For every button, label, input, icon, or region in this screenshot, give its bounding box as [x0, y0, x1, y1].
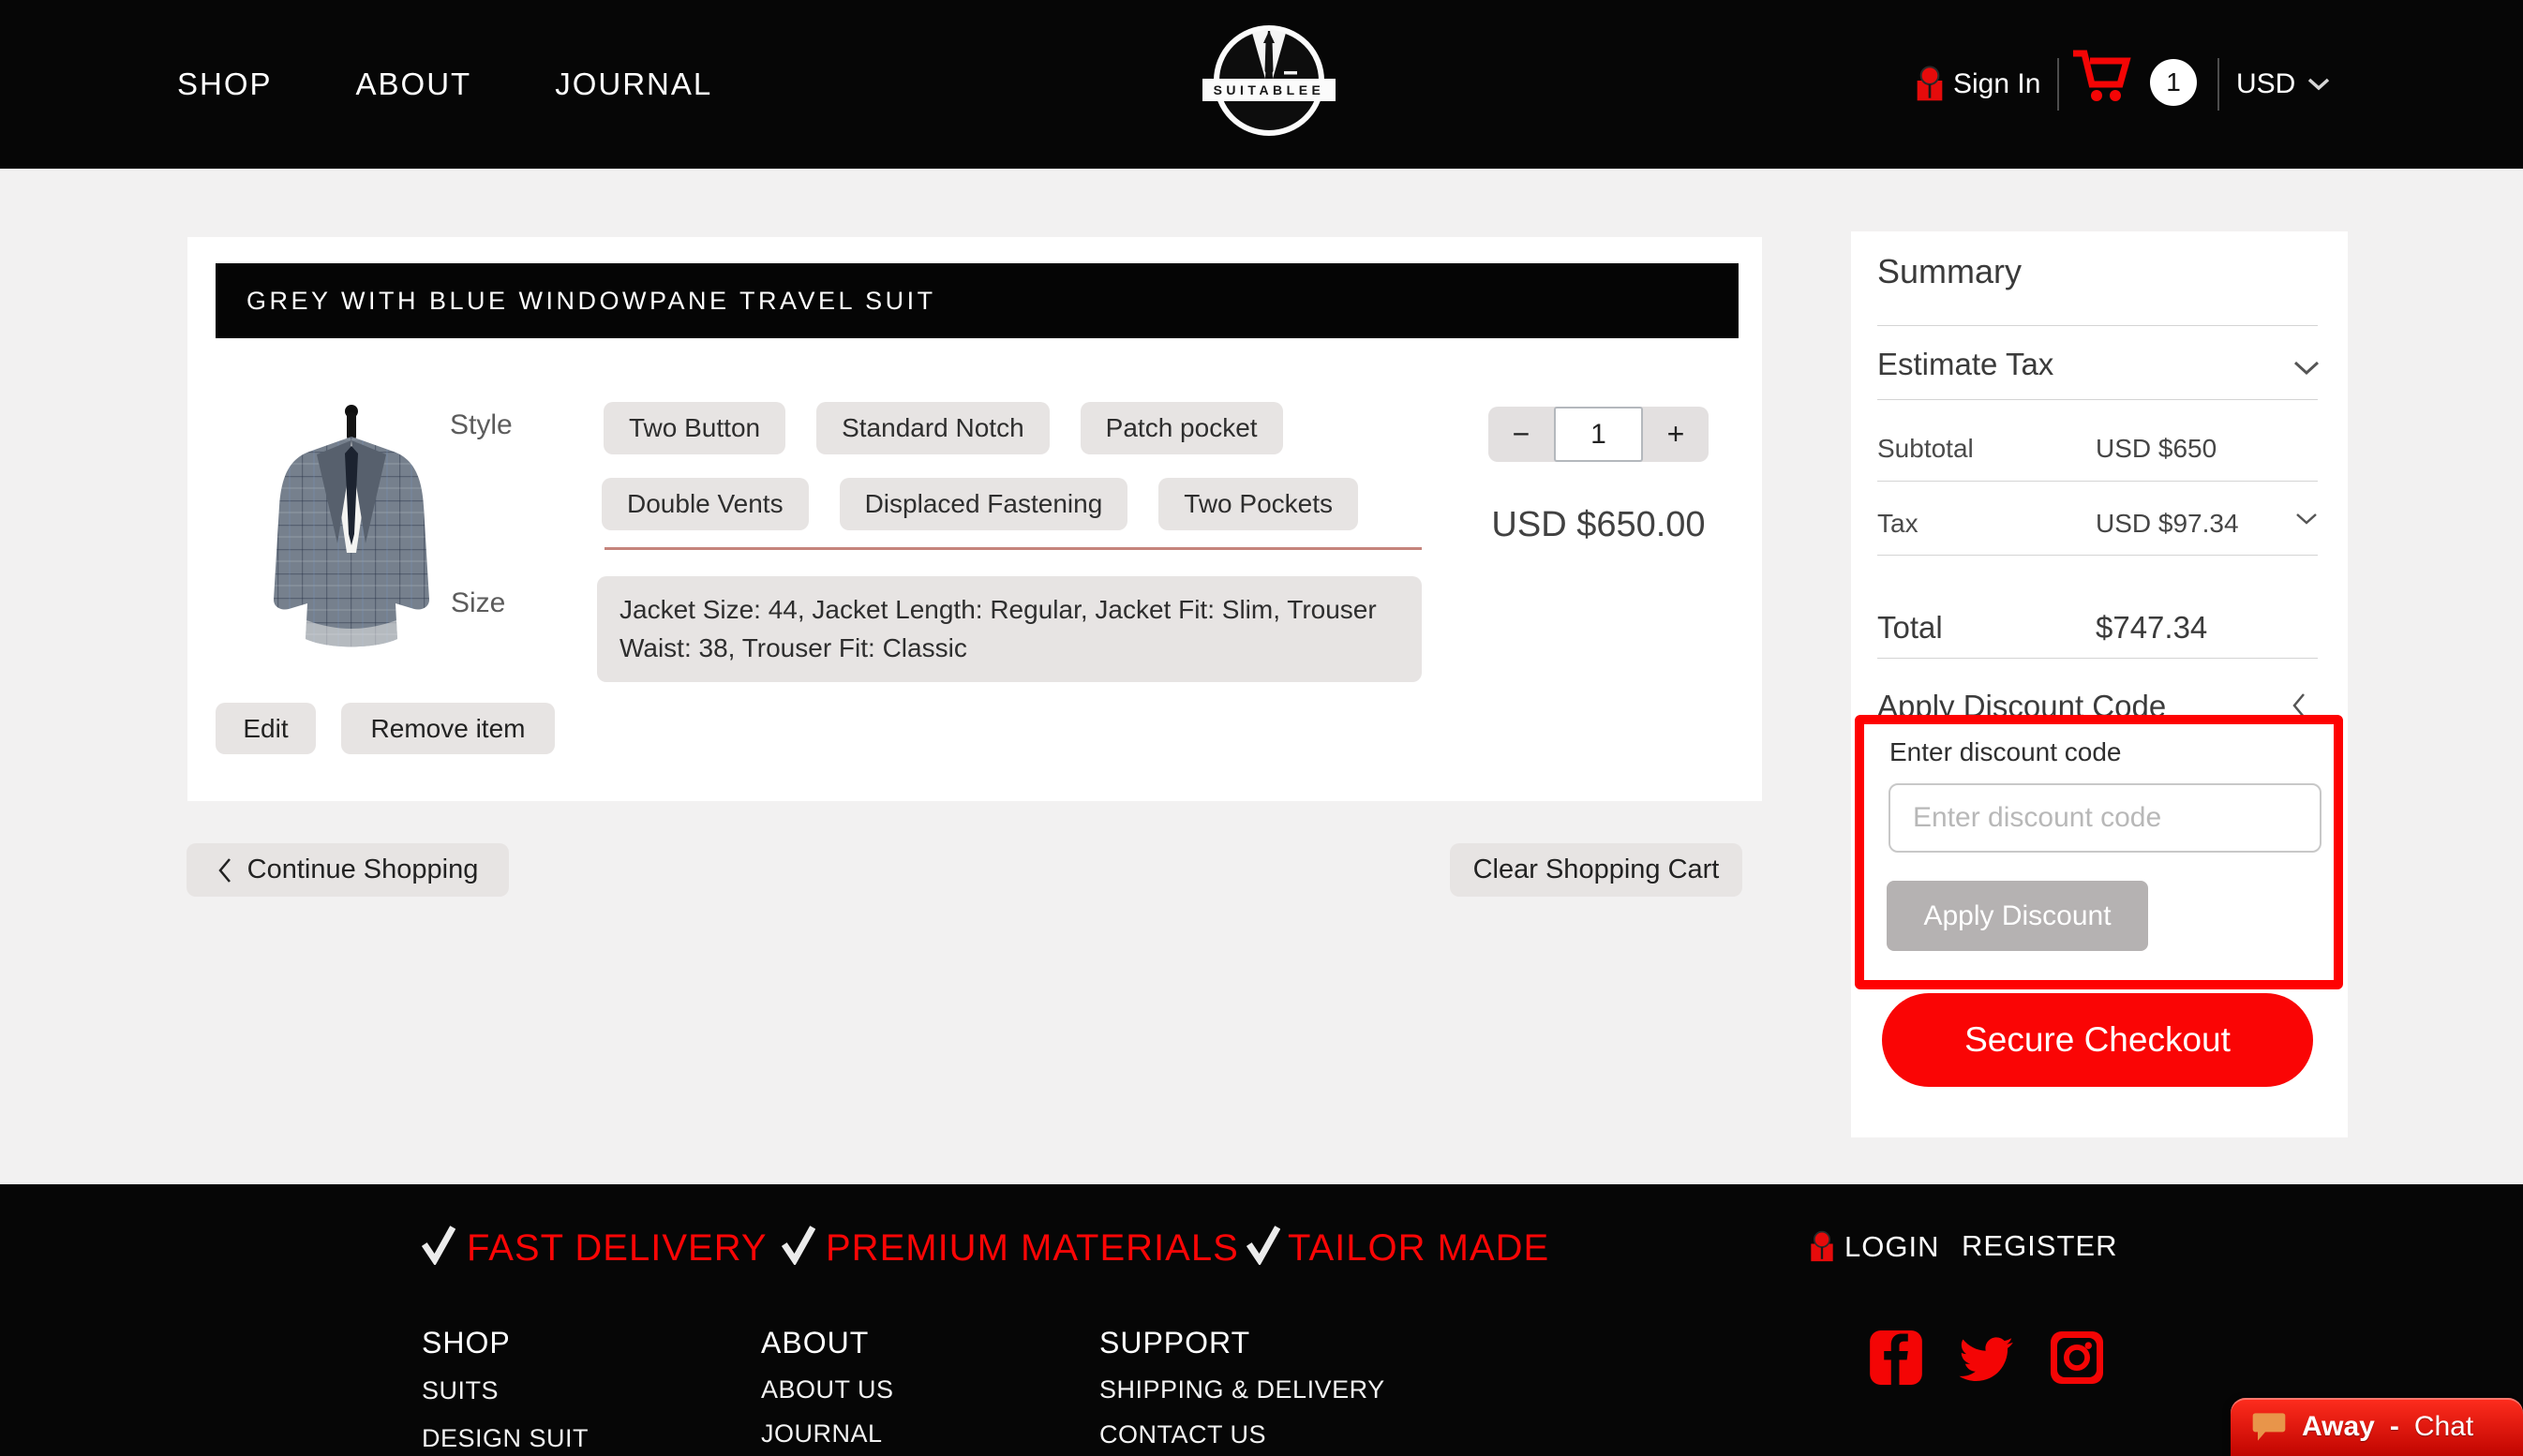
chat-bubble-icon — [2251, 1412, 2287, 1442]
tax-label: Tax — [1877, 509, 1918, 539]
style-option-pill[interactable]: Displaced Fastening — [840, 478, 1128, 530]
nav-journal[interactable]: JOURNAL — [555, 67, 712, 102]
size-details: Jacket Size: 44, Jacket Length: Regular,… — [597, 576, 1422, 682]
chevron-down-icon[interactable] — [2293, 361, 2320, 376]
facebook-icon[interactable] — [1870, 1330, 1922, 1385]
edit-item-button[interactable]: Edit — [216, 703, 316, 754]
chat-separator: - — [2390, 1411, 2399, 1443]
cart-item-card: GREY WITH BLUE WINDOWPANE TRAVEL SUIT — [187, 237, 1762, 801]
continue-shopping-label: Continue Shopping — [247, 854, 479, 885]
checkmark-icon — [782, 1224, 815, 1265]
chevron-down-icon — [2307, 78, 2330, 91]
quantity-decrease-button[interactable]: − — [1488, 407, 1554, 462]
summary-panel: Summary Estimate Tax Subtotal USD $650 T… — [1851, 231, 2348, 1137]
checkmark-icon — [422, 1224, 455, 1265]
quantity-stepper: − + — [1488, 407, 1709, 462]
divider — [1877, 399, 2318, 400]
footer-link-contact-us[interactable]: CONTACT US — [1099, 1420, 1266, 1449]
shopping-cart-page: SHOP ABOUT JOURNAL SUITABLEE Sign In — [0, 0, 2523, 1456]
footer-link-suits[interactable]: SUITS — [422, 1376, 499, 1405]
item-price: USD $650.00 — [1479, 505, 1718, 545]
total-label: Total — [1877, 610, 1943, 646]
clear-cart-button[interactable]: Clear Shopping Cart — [1450, 843, 1742, 897]
cart-button[interactable] — [2069, 47, 2133, 110]
user-icon — [1915, 65, 1945, 104]
style-label: Style — [450, 409, 513, 441]
footer-col-shop-title: SHOP — [422, 1326, 511, 1360]
subtotal-label: Subtotal — [1877, 434, 1974, 464]
checkmark-icon — [1247, 1224, 1280, 1265]
item-title: GREY WITH BLUE WINDOWPANE TRAVEL SUIT — [246, 287, 936, 316]
sign-in-link[interactable]: Sign In — [1915, 0, 2040, 169]
subtotal-value: USD $650 — [2096, 434, 2217, 464]
cart-icon — [2069, 47, 2133, 105]
footer-col-about-title: ABOUT — [761, 1326, 869, 1360]
footer-login-link[interactable]: LOGIN — [1809, 1229, 1939, 1265]
sign-in-label: Sign In — [1953, 68, 2040, 100]
size-label: Size — [451, 587, 505, 619]
style-option-pill[interactable]: Two Button — [604, 402, 785, 454]
product-image — [253, 403, 450, 656]
total-value: $747.34 — [2096, 610, 2207, 646]
style-size-divider — [605, 547, 1422, 550]
divider — [1877, 658, 2318, 659]
chat-label: Chat — [2414, 1411, 2473, 1443]
style-option-pill[interactable]: Standard Notch — [816, 402, 1050, 454]
secure-checkout-button[interactable]: Secure Checkout — [1882, 993, 2313, 1087]
register-label: REGISTER — [1962, 1229, 2117, 1263]
estimate-tax-toggle[interactable]: Estimate Tax — [1877, 347, 2053, 382]
instagram-icon[interactable] — [2051, 1330, 2103, 1385]
chevron-left-icon — [217, 857, 232, 884]
style-options-row-2: Double Vents Displaced Fastening Two Poc… — [602, 478, 1358, 530]
nav-shop[interactable]: SHOP — [177, 67, 273, 102]
badge-premium-materials: PREMIUM MATERIALS — [826, 1227, 1239, 1270]
twitter-icon[interactable] — [1957, 1336, 2015, 1383]
logo-wordmark: SUITABLEE — [1202, 79, 1336, 101]
chat-widget[interactable]: Away - Chat — [2231, 1398, 2523, 1456]
tax-value: USD $97.34 — [2096, 509, 2239, 539]
nav-about[interactable]: ABOUT — [356, 67, 472, 102]
divider — [1877, 325, 2318, 326]
badge-tailor-made: TAILOR MADE — [1288, 1227, 1549, 1270]
header-divider — [2057, 58, 2059, 111]
cart-count-badge: 1 — [2150, 59, 2197, 106]
continue-shopping-button[interactable]: Continue Shopping — [187, 843, 509, 897]
apply-discount-button[interactable]: Apply Discount — [1887, 881, 2148, 951]
brand-logo[interactable]: SUITABLEE — [1202, 22, 1336, 144]
user-icon — [1809, 1229, 1835, 1265]
main-nav: SHOP ABOUT JOURNAL — [177, 0, 712, 169]
footer: FAST DELIVERY PREMIUM MATERIALS TAILOR M… — [0, 1184, 2523, 1456]
header-divider-2 — [2217, 58, 2219, 111]
footer-register-link[interactable]: REGISTER — [1962, 1229, 2117, 1263]
login-label: LOGIN — [1844, 1230, 1939, 1264]
footer-link-journal[interactable]: JOURNAL — [761, 1419, 883, 1449]
summary-title: Summary — [1877, 252, 2022, 291]
quantity-input[interactable] — [1554, 407, 1643, 462]
badge-fast-delivery: FAST DELIVERY — [467, 1227, 768, 1270]
discount-code-label: Enter discount code — [1889, 737, 2122, 767]
chat-status: Away — [2302, 1411, 2375, 1443]
chevron-down-icon[interactable] — [2295, 513, 2318, 526]
style-option-pill[interactable]: Double Vents — [602, 478, 809, 530]
divider — [1877, 555, 2318, 556]
style-option-pill[interactable]: Patch pocket — [1081, 402, 1283, 454]
quantity-increase-button[interactable]: + — [1643, 407, 1709, 462]
style-options-row-1: Two Button Standard Notch Patch pocket — [604, 402, 1283, 454]
footer-link-about-us[interactable]: ABOUT US — [761, 1375, 894, 1404]
discount-code-input[interactable] — [1889, 783, 2321, 853]
currency-selector[interactable]: USD — [2236, 0, 2330, 169]
remove-item-button[interactable]: Remove item — [341, 703, 555, 754]
item-title-bar: GREY WITH BLUE WINDOWPANE TRAVEL SUIT — [216, 263, 1739, 338]
style-option-pill[interactable]: Two Pockets — [1158, 478, 1358, 530]
divider — [1877, 481, 2318, 482]
footer-link-design-suit[interactable]: DESIGN SUIT — [422, 1424, 589, 1453]
header: SHOP ABOUT JOURNAL SUITABLEE Sign In — [0, 0, 2523, 169]
footer-col-support-title: SUPPORT — [1099, 1326, 1250, 1360]
footer-link-shipping[interactable]: SHIPPING & DELIVERY — [1099, 1375, 1385, 1404]
currency-value: USD — [2236, 68, 2295, 100]
